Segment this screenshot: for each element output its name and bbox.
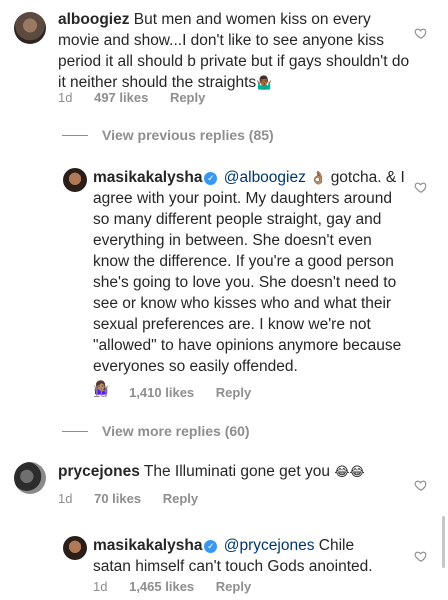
comment-meta: 1d 497 likes Reply (58, 90, 223, 105)
reply-button[interactable]: Reply (170, 90, 205, 105)
likes-count[interactable]: 70 likes (94, 491, 141, 506)
comment-prycejones: prycejones The Illuminati gone get you 😂… (58, 461, 408, 482)
avatar-masikakalysha[interactable] (63, 168, 87, 192)
mention-link[interactable]: @prycejones (224, 537, 315, 554)
username-prycejones[interactable]: prycejones (58, 463, 140, 480)
username-masikakalysha[interactable]: masikakalysha (93, 169, 202, 186)
likes-count[interactable]: 497 likes (94, 90, 148, 105)
likes-count[interactable]: 1,410 likes (129, 385, 194, 400)
view-more-replies-button[interactable]: View more replies (60) (62, 423, 250, 439)
mention-link[interactable]: @alboogiez (224, 169, 306, 186)
avatar-masikakalysha[interactable] (63, 536, 87, 560)
avatar-alboogiez[interactable] (14, 12, 46, 44)
view-more-replies-label: View more replies (60) (102, 423, 250, 439)
divider-line (62, 134, 88, 136)
reply-masikakalysha: masikakalysha ✓ @prycejones Chile satan h… (93, 535, 393, 577)
timestamp: 1d (58, 90, 73, 105)
shrug-emoji: 🤷🏾‍♂️ (256, 75, 273, 90)
scrollbar[interactable] (442, 516, 445, 568)
reply-button[interactable]: Reply (216, 385, 251, 400)
reply-button[interactable]: Reply (216, 579, 251, 594)
avatar-prycejones[interactable] (14, 462, 46, 494)
heart-outline-icon[interactable] (414, 549, 428, 563)
view-previous-replies-button[interactable]: View previous replies (85) (62, 127, 274, 143)
reply-meta: 1d 1,410 likes Reply (93, 385, 269, 400)
timestamp: 1d (58, 491, 73, 506)
reply-masikakalysha: masikakalysha ✓ @alboogiez 👌🏽 gotcha. & I… (93, 167, 411, 398)
likes-count[interactable]: 1,465 likes (129, 579, 194, 594)
timestamp: 1d (93, 579, 108, 594)
username-masikakalysha[interactable]: masikakalysha (93, 537, 202, 554)
comment-text: The Illuminati gone get you (143, 463, 331, 480)
comment-meta: 1d 70 likes Reply (58, 491, 216, 506)
reply-meta: 1d 1,465 likes Reply (93, 579, 269, 594)
username-alboogiez[interactable]: alboogiez (58, 11, 129, 28)
reply-button[interactable]: Reply (163, 491, 198, 506)
heart-outline-icon[interactable] (414, 478, 428, 492)
reply-text: gotcha. & I agree with your point. My da… (93, 169, 405, 375)
ok-hand-emoji: 👌🏽 (310, 170, 327, 185)
timestamp: 1d (93, 385, 108, 400)
comment-alboogiez: alboogiez But men and women kiss on ever… (58, 9, 413, 93)
divider-line (62, 430, 88, 432)
verified-badge-icon: ✓ (204, 172, 218, 185)
heart-outline-icon[interactable] (414, 26, 428, 40)
verified-badge-icon: ✓ (204, 540, 218, 553)
laughing-emoji: 😂😂 (334, 464, 365, 479)
heart-outline-icon[interactable] (414, 180, 428, 194)
view-previous-replies-label: View previous replies (85) (102, 127, 274, 143)
